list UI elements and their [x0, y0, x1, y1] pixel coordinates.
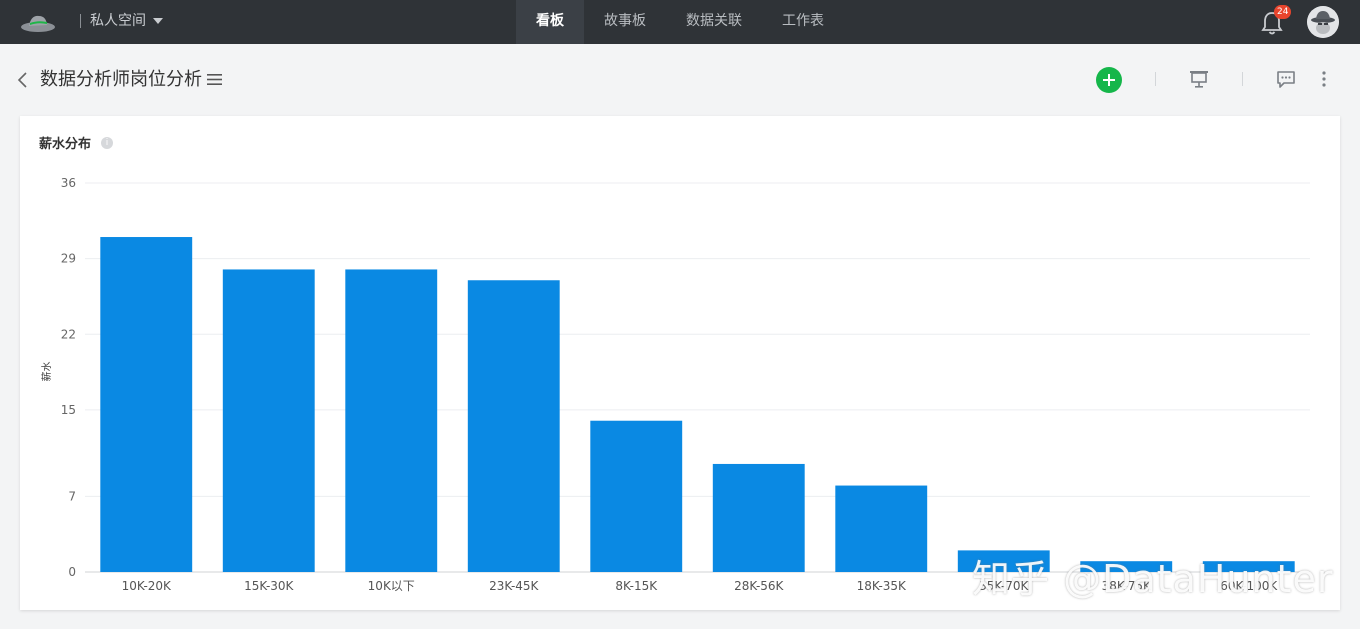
caret-down-icon[interactable] — [153, 18, 163, 24]
y-tick-label: 7 — [68, 489, 76, 503]
bar — [467, 280, 560, 572]
tab-worksheet[interactable]: 工作表 — [770, 0, 836, 44]
add-button[interactable] — [1096, 67, 1122, 93]
bar-chart: 0 7 15 22 29 36 薪水 10K-20K 15K-30K 10K以下 23K-45K 8K… — [41, 176, 1310, 593]
tab-data-relations[interactable]: 数据关联 — [674, 0, 754, 44]
presentation-icon[interactable] — [1188, 69, 1210, 89]
x-tick-label: 8K-15K — [615, 579, 658, 593]
y-tick-label: 36 — [61, 176, 76, 190]
notification-badge: 24 — [1274, 5, 1292, 19]
bar — [712, 463, 805, 572]
x-tick-label: 15K-30K — [244, 579, 294, 593]
plus-icon — [1103, 74, 1115, 86]
bar — [835, 485, 928, 572]
bar — [222, 269, 315, 572]
space-separator — [80, 14, 81, 28]
y-tick-label: 15 — [61, 403, 76, 417]
bar — [345, 269, 438, 572]
tab-dashboard[interactable]: 看板 — [516, 0, 584, 44]
chart-card: 薪水分布 i 0 7 15 22 29 36 薪水 10K-20K 15K-30K 10K以下 23… — [20, 116, 1340, 610]
page-title: 数据分析师岗位分析 — [40, 69, 202, 90]
x-tick-label: 23K-45K — [489, 579, 539, 593]
y-tick-label: 29 — [61, 252, 76, 266]
avatar-hat-icon — [1307, 6, 1339, 38]
tab-storyboard[interactable]: 故事板 — [592, 0, 658, 44]
y-axis-label: 薪水 — [41, 362, 53, 382]
more-icon[interactable] — [1318, 69, 1330, 89]
space-selector[interactable]: 私人空间 — [90, 12, 146, 30]
header-separator — [1242, 72, 1243, 86]
header-separator — [1155, 72, 1156, 86]
x-tick-label: 28K-56K — [734, 579, 784, 593]
bar — [100, 237, 193, 572]
bar — [590, 420, 683, 572]
logo-hat-icon[interactable] — [20, 10, 56, 34]
avatar[interactable] — [1307, 6, 1339, 38]
x-tick-label: 10K以下 — [368, 579, 415, 593]
comment-icon[interactable] — [1275, 69, 1297, 89]
watermark: 知乎 @DataHunter — [972, 557, 1334, 601]
top-bar: 私人空间 看板 故事板 数据关联 工作表 24 — [0, 0, 1360, 44]
y-tick-label: 0 — [68, 565, 76, 579]
y-tick-label: 22 — [61, 327, 76, 341]
back-icon[interactable] — [16, 70, 30, 90]
menu-icon[interactable] — [207, 73, 222, 86]
x-tick-label: 10K-20K — [122, 579, 172, 593]
x-tick-label: 18K-35K — [857, 579, 907, 593]
